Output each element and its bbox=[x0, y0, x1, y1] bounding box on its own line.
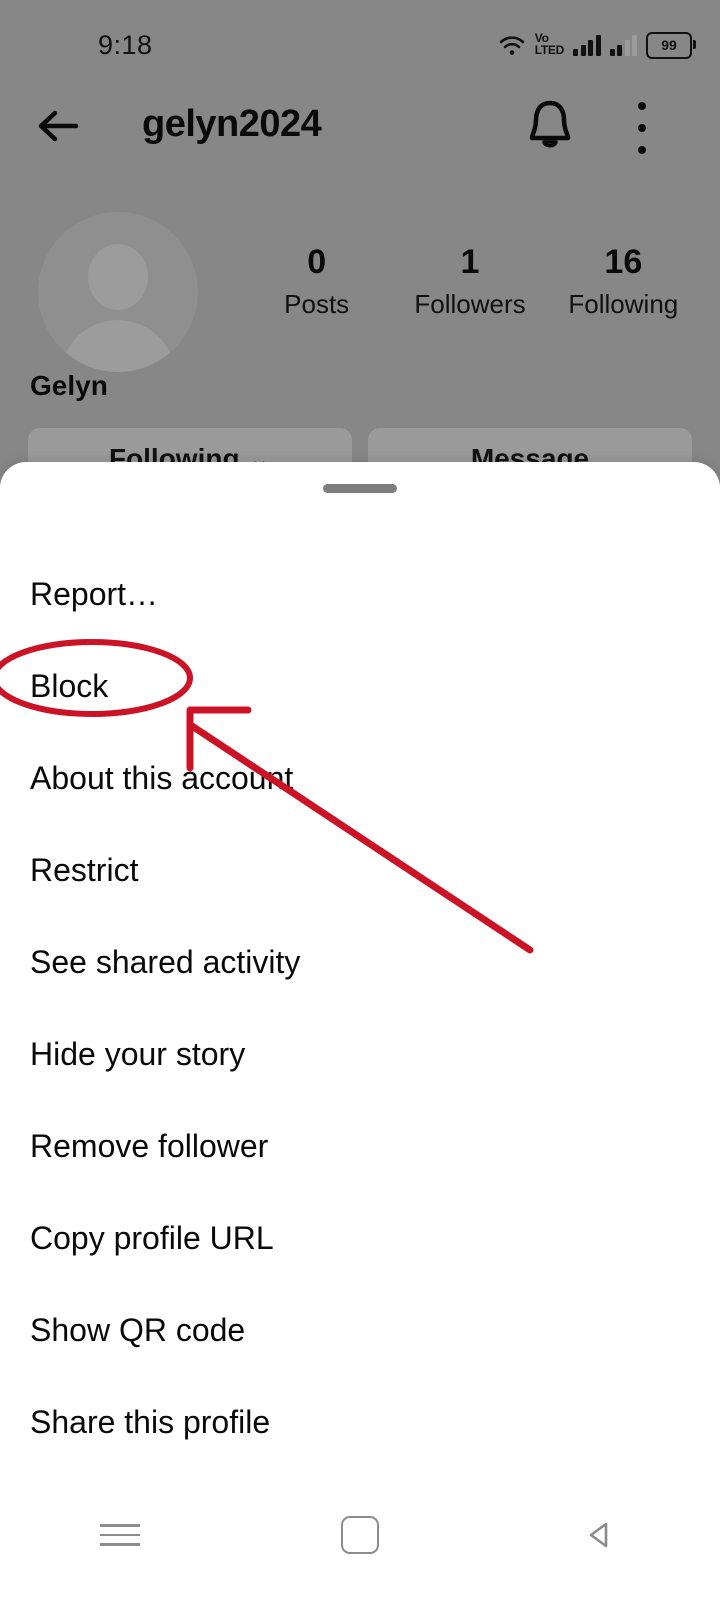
menu-item-remove-follower[interactable]: Remove follower bbox=[0, 1100, 720, 1192]
stat-following-label: Following bbox=[568, 288, 679, 319]
menu-item-hide-your-story[interactable]: Hide your story bbox=[0, 1008, 720, 1100]
battery-icon: 99 bbox=[646, 31, 696, 59]
stat-posts-label: Posts bbox=[284, 288, 350, 319]
nav-back-button[interactable] bbox=[480, 1470, 720, 1600]
stat-following[interactable]: 16 Following bbox=[547, 242, 700, 320]
menu-item-copy-profile-url[interactable]: Copy profile URL bbox=[0, 1192, 720, 1284]
phone-screen: 9:18 Vo LTED 99 gelyn2024 0 Posts 1 Foll… bbox=[0, 0, 720, 1600]
nav-recents-button[interactable] bbox=[0, 1470, 240, 1600]
nav-back-icon bbox=[589, 1522, 608, 1548]
profile-options-bottom-sheet: Report… Block About this account Restric… bbox=[0, 462, 720, 1470]
menu-item-share-this-profile[interactable]: Share this profile bbox=[0, 1376, 720, 1468]
volte-icon: Vo LTED bbox=[534, 31, 565, 57]
nav-home-button[interactable] bbox=[240, 1470, 480, 1600]
android-navigation-bar bbox=[0, 1470, 720, 1600]
battery-level: 99 bbox=[661, 37, 677, 53]
status-bar-icons: Vo LTED 99 bbox=[498, 28, 696, 62]
home-icon bbox=[341, 1516, 379, 1554]
drag-handle[interactable] bbox=[323, 484, 397, 493]
bell-icon[interactable] bbox=[524, 96, 576, 154]
profile-display-name: Gelyn bbox=[30, 370, 108, 401]
menu-item-show-qr-code[interactable]: Show QR code bbox=[0, 1284, 720, 1376]
status-bar: 9:18 Vo LTED 99 bbox=[0, 0, 720, 78]
app-header: gelyn2024 bbox=[0, 88, 720, 168]
stat-following-value: 16 bbox=[604, 243, 643, 281]
signal-bars-icon-2 bbox=[609, 34, 637, 56]
menu-item-about-this-account[interactable]: About this account bbox=[0, 732, 720, 824]
stat-posts[interactable]: 0 Posts bbox=[240, 242, 393, 320]
profile-stats: 0 Posts 1 Followers 16 Following bbox=[240, 242, 700, 320]
menu-item-see-shared-activity[interactable]: See shared activity bbox=[0, 916, 720, 1008]
avatar-body bbox=[60, 320, 176, 372]
default-avatar-icon[interactable] bbox=[38, 212, 198, 372]
signal-bars-icon-1 bbox=[573, 34, 601, 56]
overflow-menu-icon[interactable] bbox=[628, 102, 656, 154]
wifi-icon bbox=[499, 36, 525, 55]
back-arrow-icon[interactable] bbox=[30, 96, 90, 156]
stat-followers-value: 1 bbox=[460, 243, 480, 281]
page-title: gelyn2024 bbox=[142, 103, 322, 145]
options-menu-list: Report… Block About this account Restric… bbox=[0, 548, 720, 1468]
stat-followers-label: Followers bbox=[414, 288, 526, 319]
stat-posts-value: 0 bbox=[307, 243, 327, 281]
recents-icon bbox=[100, 1517, 140, 1553]
menu-item-block[interactable]: Block bbox=[0, 640, 720, 732]
menu-item-report[interactable]: Report… bbox=[0, 548, 720, 640]
status-bar-clock: 9:18 bbox=[98, 30, 153, 60]
stat-followers[interactable]: 1 Followers bbox=[393, 242, 546, 320]
menu-item-restrict[interactable]: Restrict bbox=[0, 824, 720, 916]
avatar-head bbox=[88, 244, 148, 310]
